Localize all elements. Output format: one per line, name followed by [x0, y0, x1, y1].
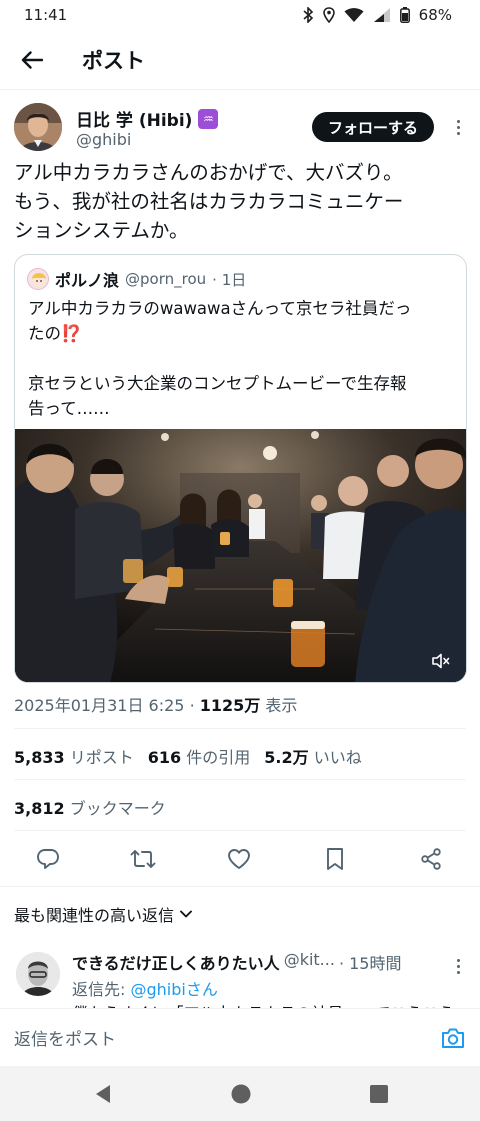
- bookmark-button[interactable]: [322, 846, 348, 872]
- app-header: ポスト: [0, 30, 480, 90]
- quotes-count: 616: [147, 748, 182, 767]
- reposts-count: 5,833: [14, 748, 65, 767]
- reply-button[interactable]: [35, 846, 61, 872]
- post-text-line: アル中カラカラさんのおかげで、大バズり。: [14, 161, 403, 184]
- quoted-author-avatar: [27, 268, 49, 290]
- quoted-text-line: たの⁉️: [28, 324, 82, 343]
- reply-icon: [37, 849, 59, 869]
- repost-button[interactable]: [130, 846, 156, 872]
- more-options-icon[interactable]: [450, 115, 466, 139]
- reply-to: 返信先: @ghibiさん: [72, 976, 218, 1000]
- quoted-post[interactable]: ポルノ浪 @porn_rou · 1日 アル中カラカラのwawawaさんって京セ…: [14, 254, 467, 683]
- camera-icon[interactable]: [440, 1025, 466, 1051]
- bookmarks-stat[interactable]: 3,812 ブックマーク: [14, 795, 166, 819]
- reply-author-avatar[interactable]: [16, 952, 60, 996]
- quotes-label: 件の引用: [186, 748, 251, 767]
- video-thumbnail: [15, 429, 466, 682]
- nav-back-icon[interactable]: [92, 1083, 114, 1105]
- status-time: 11:41: [24, 6, 68, 24]
- reply-more-options-icon[interactable]: [450, 954, 466, 978]
- views-count: 1125万: [199, 696, 261, 715]
- post-date[interactable]: 2025年01月31日 6:25: [14, 696, 184, 715]
- reply-text: 僕もうすくに「アル中カラカラの社員」ってこうこう: [72, 1000, 455, 1008]
- page-title: ポスト: [82, 48, 145, 73]
- repost-icon: [130, 850, 156, 868]
- signal-icon: [373, 8, 390, 22]
- quoted-author-handle: @porn_rou: [125, 270, 207, 288]
- aquarius-badge-icon: ♒: [198, 108, 219, 129]
- author-handle[interactable]: @ghibi: [76, 130, 131, 149]
- reply-author-name: できるだけ正しくありたい人: [72, 954, 280, 973]
- likes-count: 5.2万: [264, 748, 309, 767]
- video-player[interactable]: [15, 429, 466, 682]
- share-icon: [421, 848, 441, 870]
- battery-level: 68%: [418, 6, 452, 24]
- bookmarks-label: ブックマーク: [69, 799, 166, 818]
- follow-button[interactable]: フォローする: [312, 112, 435, 142]
- reposts-label: リポスト: [69, 748, 134, 767]
- status-icons: 68%: [302, 6, 452, 24]
- nav-home-icon[interactable]: [230, 1083, 252, 1105]
- likes-label: いいね: [313, 748, 362, 767]
- status-bar: 11:41 68%: [0, 0, 480, 30]
- replies-sort-label: 最も関連性の高い返信: [14, 906, 175, 925]
- author-avatar[interactable]: [14, 103, 62, 151]
- author-name[interactable]: 日比 学 (Hibi) ♒: [76, 106, 219, 131]
- divider: [14, 779, 466, 780]
- quoted-text-line: 京セラという大企業のコンセプトムービーで生存報: [28, 374, 407, 393]
- action-bar: [0, 842, 480, 876]
- reply-to-handle[interactable]: @ghibiさん: [131, 980, 218, 999]
- chevron-down-icon: [180, 910, 192, 918]
- battery-icon: [399, 7, 410, 23]
- reposts-stat[interactable]: 5,833 リポスト: [14, 744, 134, 768]
- mute-icon[interactable]: [432, 653, 450, 669]
- likes-stat[interactable]: 5.2万 いいね: [264, 744, 361, 768]
- quoted-post-header: ポルノ浪 @porn_rou · 1日: [27, 267, 246, 291]
- quotes-stat[interactable]: 616 件の引用: [148, 744, 251, 768]
- quoted-post-text: アル中カラカラのwawawaさんって京セラ社員だっ たの⁉️ 京セラという大企業…: [28, 296, 458, 421]
- reply-author-handle: @kit...: [283, 950, 335, 969]
- share-button[interactable]: [418, 846, 444, 872]
- divider: [14, 830, 466, 831]
- quoted-post-time: · 1日: [212, 270, 247, 289]
- post-text: アル中カラカラさんのおかげで、大バズり。 もう、我が社の社名はカラカラコミュニケ…: [14, 158, 468, 245]
- reply-item[interactable]: できるだけ正しくありたい人 @kit... · 15時間 返信先: @ghibi…: [14, 950, 466, 1008]
- author-row: 日比 学 (Hibi) ♒ @ghibi フォローする: [14, 103, 466, 153]
- heart-icon: [228, 849, 250, 869]
- quoted-text-line: [28, 346, 458, 371]
- meta-separator: ·: [189, 696, 195, 715]
- quoted-text-line: アル中カラカラのwawawaさんって京セラ社員だっ: [28, 299, 412, 318]
- bookmark-icon: [327, 848, 343, 870]
- system-nav-bar: [0, 1066, 480, 1121]
- section-divider: [0, 886, 480, 887]
- wifi-icon: [344, 8, 364, 22]
- divider: [14, 728, 466, 729]
- post-meta: 2025年01月31日 6:25 · 1125万 表示: [14, 692, 297, 716]
- reply-input[interactable]: 返信をポスト: [14, 1009, 466, 1067]
- post-text-line: ションシステムか。: [14, 219, 189, 242]
- location-icon: [322, 7, 335, 23]
- quoted-text-line: 告って……: [28, 399, 110, 418]
- like-button[interactable]: [226, 846, 252, 872]
- reply-to-label: 返信先:: [72, 980, 126, 999]
- bookmarks-count: 3,812: [14, 799, 65, 818]
- engagement-stats: 5,833 リポスト 616 件の引用 5.2万 いいね: [14, 744, 362, 768]
- reply-time: · 15時間: [338, 954, 402, 973]
- back-button[interactable]: [0, 30, 64, 90]
- reply-header: できるだけ正しくありたい人 @kit... · 15時間: [72, 950, 401, 974]
- replies-sort-dropdown[interactable]: 最も関連性の高い返信: [14, 902, 192, 926]
- bluetooth-icon: [303, 7, 313, 23]
- reply-composer: 返信をポスト: [0, 1008, 480, 1067]
- arrow-left-icon: [21, 50, 43, 69]
- post-text-line: もう、我が社の社名はカラカラコミュニケー: [14, 190, 404, 213]
- quoted-author-name: ポルノ浪: [55, 271, 120, 290]
- views-label: 表示: [265, 696, 298, 715]
- nav-recents-icon[interactable]: [368, 1083, 390, 1105]
- author-display-name: 日比 学 (Hibi): [76, 111, 193, 131]
